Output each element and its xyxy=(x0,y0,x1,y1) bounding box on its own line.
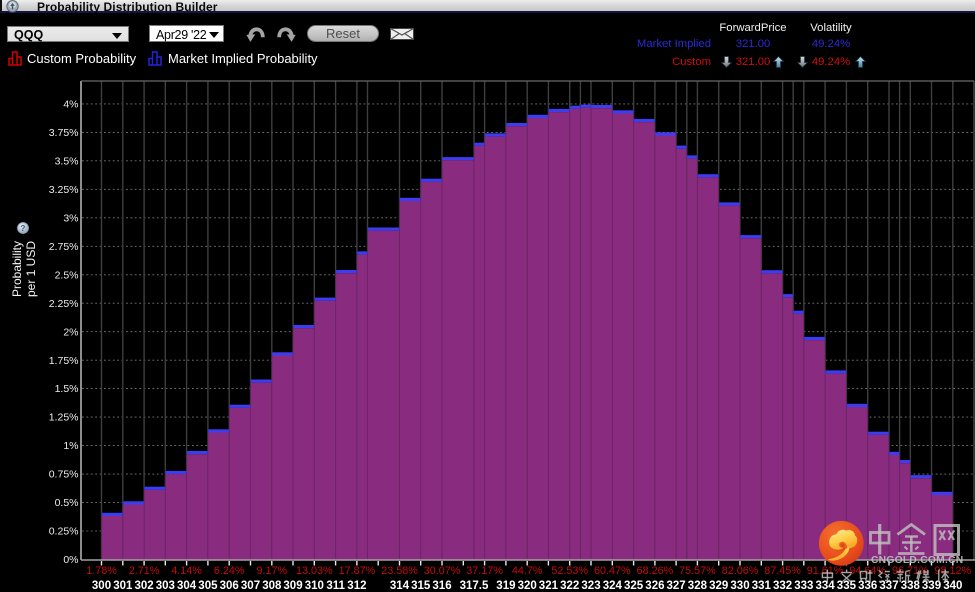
svg-text:3.75%: 3.75% xyxy=(49,127,79,139)
svg-text:322: 322 xyxy=(560,580,579,592)
svg-text:17.87%: 17.87% xyxy=(339,565,376,577)
svg-text:330: 330 xyxy=(730,580,749,592)
svg-text:4.14%: 4.14% xyxy=(171,565,202,577)
svg-text:3.25%: 3.25% xyxy=(49,184,79,196)
svg-text:0%: 0% xyxy=(63,554,78,566)
svg-text:1%: 1% xyxy=(63,440,78,452)
svg-text:2.71%: 2.71% xyxy=(129,565,160,577)
svg-text:2.25%: 2.25% xyxy=(49,298,79,310)
svg-text:309: 309 xyxy=(283,580,302,592)
svg-text:0.25%: 0.25% xyxy=(49,526,79,538)
svg-text:23.58%: 23.58% xyxy=(381,565,418,577)
svg-text:329: 329 xyxy=(709,580,728,592)
svg-text:2.5%: 2.5% xyxy=(55,269,79,281)
svg-text:315: 315 xyxy=(411,580,431,592)
svg-text:6.24%: 6.24% xyxy=(214,565,245,577)
svg-text:?: ? xyxy=(21,224,26,233)
svg-text:87.45%: 87.45% xyxy=(764,565,801,577)
svg-text:328: 328 xyxy=(688,580,708,592)
svg-text:1.75%: 1.75% xyxy=(49,355,79,367)
svg-text:323: 323 xyxy=(581,580,600,592)
svg-text:1.5%: 1.5% xyxy=(55,383,79,395)
svg-text:0.75%: 0.75% xyxy=(49,469,79,481)
svg-text:326: 326 xyxy=(645,580,664,592)
svg-text:9.17%: 9.17% xyxy=(256,565,287,577)
svg-text:327: 327 xyxy=(667,580,686,592)
svg-text:52.53%: 52.53% xyxy=(551,565,588,577)
svg-text:321: 321 xyxy=(539,580,559,592)
svg-text:75.57%: 75.57% xyxy=(679,565,716,577)
svg-text:306: 306 xyxy=(220,580,239,592)
svg-text:60.47%: 60.47% xyxy=(594,565,631,577)
svg-text:302: 302 xyxy=(135,580,154,592)
svg-text:310: 310 xyxy=(305,580,324,592)
svg-text:320: 320 xyxy=(518,580,537,592)
svg-text:311: 311 xyxy=(326,580,345,592)
svg-text:301: 301 xyxy=(113,580,133,592)
svg-text:300: 300 xyxy=(92,580,111,592)
svg-text:325: 325 xyxy=(624,580,644,592)
svg-text:307: 307 xyxy=(241,580,260,592)
svg-text:331: 331 xyxy=(752,580,772,592)
svg-text:304: 304 xyxy=(177,580,197,592)
svg-text:30.07%: 30.07% xyxy=(424,565,461,577)
svg-text:82.06%: 82.06% xyxy=(722,565,759,577)
svg-text:319: 319 xyxy=(496,580,515,592)
svg-text:1.25%: 1.25% xyxy=(49,412,79,424)
svg-text:332: 332 xyxy=(773,580,792,592)
svg-text:3.5%: 3.5% xyxy=(55,155,79,167)
svg-text:13.03%: 13.03% xyxy=(296,565,333,577)
svg-text:316: 316 xyxy=(432,580,451,592)
svg-text:0.5%: 0.5% xyxy=(55,497,79,509)
svg-text:308: 308 xyxy=(262,580,282,592)
svg-text:4%: 4% xyxy=(63,99,78,111)
svg-text:1.78%: 1.78% xyxy=(86,565,117,577)
svg-text:317.5: 317.5 xyxy=(460,580,489,592)
svg-text:44.7%: 44.7% xyxy=(512,565,543,577)
svg-text:2%: 2% xyxy=(63,326,78,338)
svg-text:305: 305 xyxy=(198,580,218,592)
svg-text:312: 312 xyxy=(347,580,366,592)
svg-text:333: 333 xyxy=(794,580,813,592)
svg-text:2.75%: 2.75% xyxy=(49,241,79,253)
svg-text:324: 324 xyxy=(603,580,623,592)
svg-text:3%: 3% xyxy=(63,212,78,224)
svg-text:68.26%: 68.26% xyxy=(637,565,674,577)
svg-text:303: 303 xyxy=(156,580,175,592)
svg-text:37.17%: 37.17% xyxy=(466,565,503,577)
svg-text:314: 314 xyxy=(390,580,410,592)
